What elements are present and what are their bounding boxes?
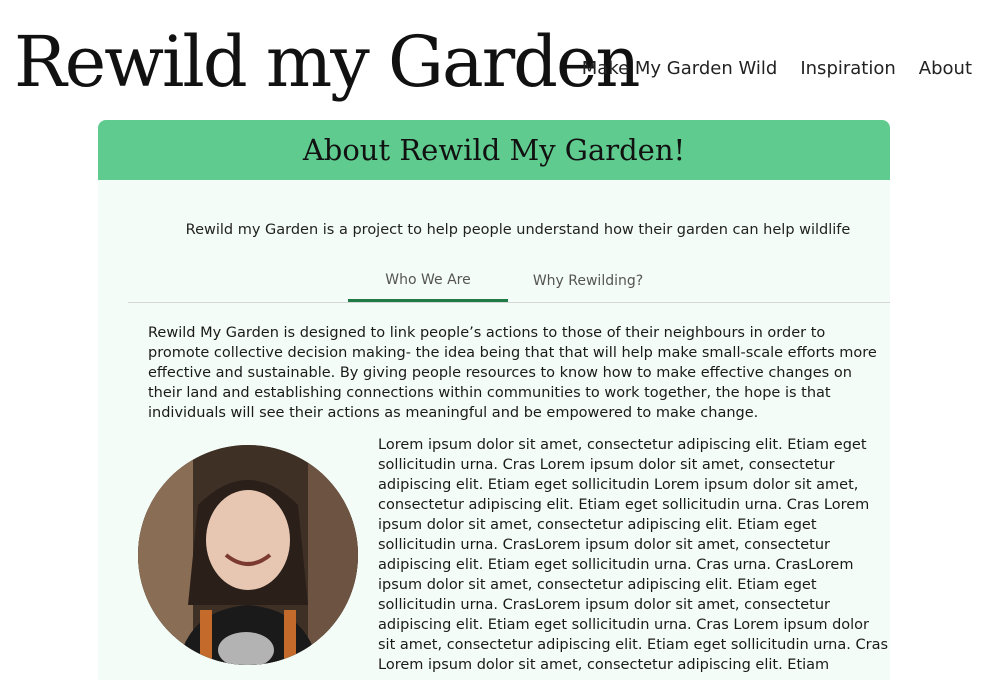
tab-who-we-are[interactable]: Who We Are <box>348 260 508 302</box>
nav-about[interactable]: About <box>919 58 972 79</box>
about-card: About Rewild My Garden! Rewild my Garden… <box>98 120 890 680</box>
site-logo[interactable]: Rewild my Garden <box>14 14 640 110</box>
intro-text: Rewild my Garden is a project to help pe… <box>185 222 851 238</box>
person-photo-icon <box>138 445 358 665</box>
nav-make-my-garden-wild[interactable]: Make My Garden Wild <box>582 58 778 79</box>
tab-bar: Who We Are Why Rewilding? <box>128 260 890 303</box>
page-title: About Rewild My Garden! <box>302 133 686 167</box>
nav-inspiration[interactable]: Inspiration <box>800 58 895 79</box>
team-member-photo <box>138 445 358 665</box>
lorem-paragraph: Lorem ipsum dolor sit amet, consectetur … <box>378 437 889 673</box>
who-we-are-paragraph: Rewild My Garden is designed to link peo… <box>148 325 877 421</box>
tab-why-rewilding[interactable]: Why Rewilding? <box>508 260 668 302</box>
card-header: About Rewild My Garden! <box>98 120 890 180</box>
main-nav: Make My Garden Wild Inspiration About <box>582 58 972 79</box>
site-header: Rewild my Garden Make My Garden Wild Ins… <box>0 0 988 120</box>
